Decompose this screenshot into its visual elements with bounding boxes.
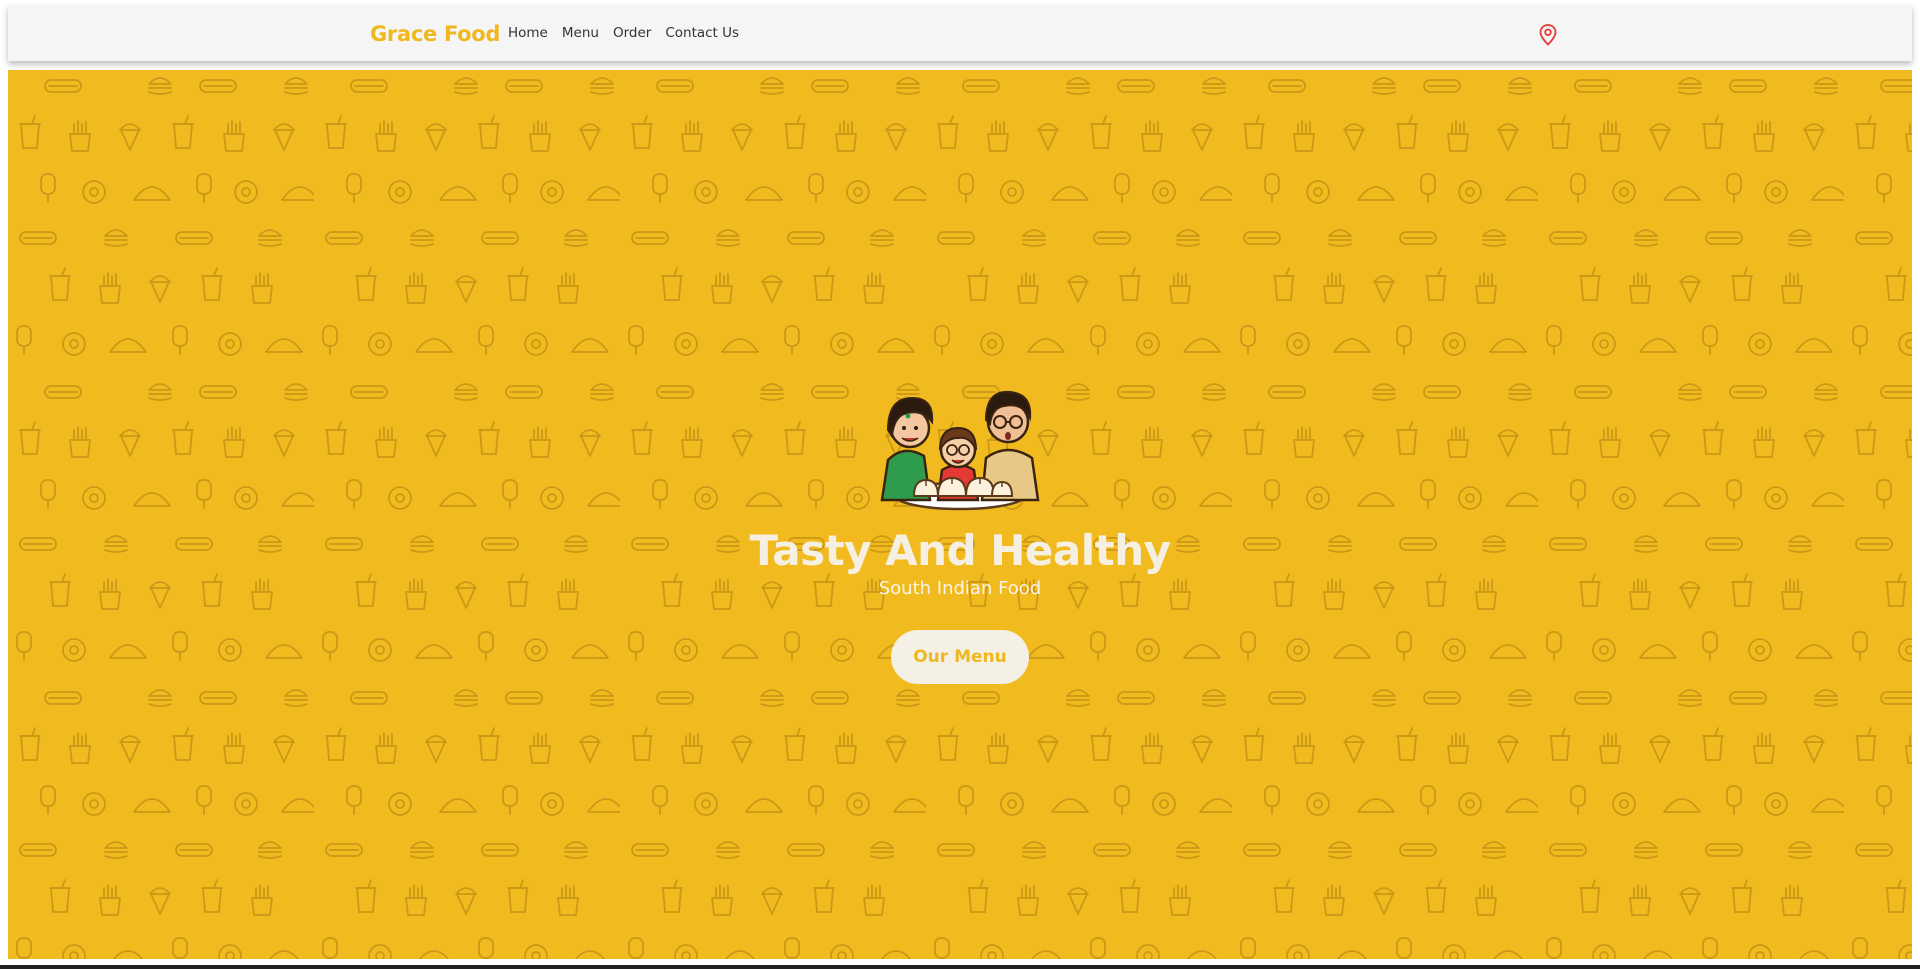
nav-links: Home Menu Order Contact Us [508,25,739,41]
bottom-edge-bar [0,965,1920,969]
nav-link-home[interactable]: Home [508,25,548,41]
map-pin-icon[interactable] [1538,23,1558,47]
our-menu-button[interactable]: Our Menu [891,630,1029,684]
nav-link-order[interactable]: Order [613,25,651,41]
navbar: Grace Food Home Menu Order Contact Us [8,5,1912,61]
nav-link-menu[interactable]: Menu [562,25,599,41]
hero-title: Tasty And Healthy [749,526,1171,575]
hero-section: Tasty And Healthy South Indian Food Our … [8,70,1912,959]
nav-link-contact-us[interactable]: Contact Us [665,25,739,41]
family-eating-dumplings-icon [880,390,1040,511]
brand-logo[interactable]: Grace Food [370,22,500,46]
food-pattern-background [8,70,1912,959]
hero-subtitle: South Indian Food [878,578,1042,599]
